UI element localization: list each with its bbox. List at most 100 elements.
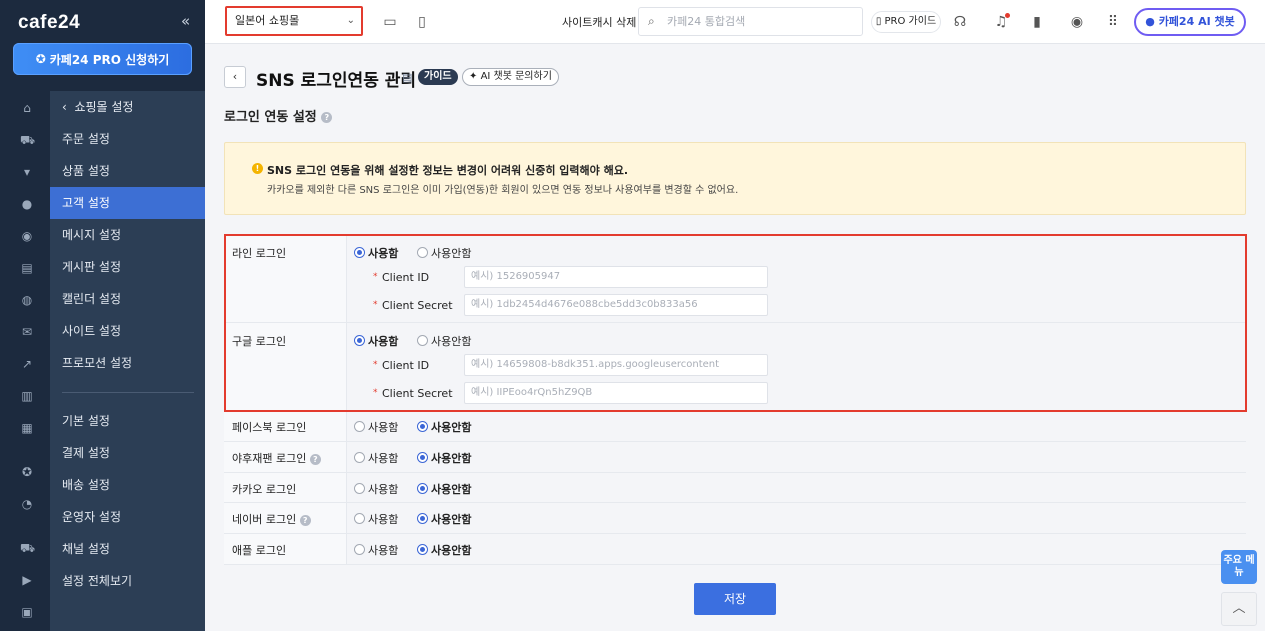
- cache-delete-button[interactable]: 사이트캐시 삭제: [562, 14, 636, 30]
- palette-icon[interactable]: ◍: [20, 293, 34, 307]
- home-icon[interactable]: ⌂: [20, 101, 34, 115]
- sidebar-item-shipping-settings[interactable]: 배송 설정: [50, 469, 205, 501]
- sns-login-table: 라인 로그인 사용함 사용안함 * Client ID 예시) 15269059…: [224, 234, 1246, 565]
- naver-use-radio[interactable]: [354, 513, 365, 524]
- save-button[interactable]: 저장: [694, 583, 776, 615]
- apple-not-use-radio[interactable]: [417, 544, 428, 555]
- ai-inquiry-button[interactable]: ✦ AI 챗봇 문의하기: [462, 68, 559, 86]
- key-menu-button[interactable]: 주요 메뉴: [1221, 550, 1257, 584]
- collapse-sidebar-icon[interactable]: «: [181, 12, 190, 30]
- guide-badge[interactable]: 가이드: [418, 69, 458, 85]
- apps-grid-icon[interactable]: ⠿: [1103, 12, 1123, 32]
- sidebar-item-payment-settings[interactable]: 결제 설정: [50, 437, 205, 469]
- globe-icon[interactable]: ◔: [20, 497, 34, 511]
- google-not-use-label: 사용안함: [431, 335, 472, 348]
- chat-icon[interactable]: ◉: [20, 229, 34, 243]
- line-client-secret-input[interactable]: 예시) 1db2454d4676e088cbe5dd3c0b833a56: [464, 294, 768, 316]
- youtube-icon[interactable]: ▶: [20, 573, 34, 587]
- help-icon[interactable]: ?: [321, 112, 333, 123]
- stats-icon[interactable]: ▥: [20, 389, 34, 403]
- mail-icon[interactable]: ✉: [20, 325, 34, 339]
- line-not-use-radio[interactable]: [417, 247, 428, 258]
- sidebar-item-order-settings[interactable]: 주문 설정: [50, 123, 205, 155]
- sidebar-item-customer-settings[interactable]: 고객 설정: [50, 187, 205, 219]
- back-button[interactable]: ‹: [224, 66, 246, 88]
- sidebar-item-admin-settings[interactable]: 운영자 설정: [50, 501, 205, 533]
- warning-icon: !: [252, 163, 263, 174]
- client-secret-label: Client Secret: [382, 387, 453, 400]
- top-bar: 일본어 쇼핑몰 ⌄ ▭ ▯ 사이트캐시 삭제 ⌕ 카페24 통합검색 ▯ PRO…: [205, 0, 1265, 44]
- row-label: 페이스북 로그인: [224, 411, 347, 441]
- yahoo-use-label: 사용함: [368, 452, 399, 465]
- table-row-kakao: 카카오 로그인 사용함 사용안함: [224, 473, 1246, 503]
- badge-icon[interactable]: ✪: [20, 465, 34, 479]
- sidebar-item-board-settings[interactable]: 게시판 설정: [50, 251, 205, 283]
- headset-icon[interactable]: ☊: [950, 12, 970, 32]
- sidebar-item-channel-settings[interactable]: 채널 설정: [50, 533, 205, 565]
- sidebar-item-calendar-settings[interactable]: 캘린더 설정: [50, 283, 205, 315]
- help-icon[interactable]: ?: [309, 453, 321, 465]
- sidebar-item-message-settings[interactable]: 메시지 설정: [50, 219, 205, 251]
- user-icon[interactable]: ●: [20, 197, 34, 211]
- yahoo-use-radio[interactable]: [354, 452, 365, 463]
- google-client-secret-input[interactable]: 예시) IIPEoo4rQn5hZ9QB: [464, 382, 768, 404]
- sidebar-item-site-settings[interactable]: 사이트 설정: [50, 315, 205, 347]
- kakao-not-use-radio[interactable]: [417, 483, 428, 494]
- row-label: 라인 로그인: [224, 235, 347, 322]
- naver-use-label: 사용함: [368, 513, 399, 526]
- apple-use-radio[interactable]: [354, 544, 365, 555]
- ai-chatbot-button[interactable]: ● 카페24 AI 챗봇: [1134, 8, 1246, 36]
- apple-not-use-label: 사용안함: [431, 544, 472, 557]
- mobile-icon[interactable]: ▯: [412, 12, 432, 32]
- account-icon[interactable]: ◉: [1067, 12, 1087, 32]
- google-use-radio[interactable]: [354, 335, 365, 346]
- google-client-id-input[interactable]: 예시) 14659808-b8dk351.apps.googleusercont…: [464, 354, 768, 376]
- facebook-not-use-radio[interactable]: [417, 421, 428, 432]
- sidebar-item-shop-settings[interactable]: ‹ 쇼핑몰 설정: [50, 91, 205, 123]
- required-mark: *: [373, 360, 378, 370]
- report-icon[interactable]: ▦: [20, 421, 34, 435]
- page-title: SNS 로그인연동 관리: [256, 71, 417, 91]
- bag-icon[interactable]: ▣: [20, 605, 34, 619]
- facebook-use-radio[interactable]: [354, 421, 365, 432]
- sidebar-item-promotion-settings[interactable]: 프로모션 설정: [50, 347, 205, 379]
- bookmark-icon[interactable]: ▮: [1027, 12, 1047, 32]
- help-icon[interactable]: ?: [299, 514, 311, 526]
- sidebar: cafe24 « ✪ 카페24 PRO 신청하기 ⌂ ⛟ ▾ ● ◉ ▤ ◍ ✉…: [0, 0, 205, 631]
- facebook-use-label: 사용함: [368, 421, 399, 434]
- desktop-icon[interactable]: ▭: [380, 12, 400, 32]
- sidebar-item-product-settings[interactable]: 상품 설정: [50, 155, 205, 187]
- shirt-icon[interactable]: ▾: [20, 165, 34, 179]
- line-client-id-input[interactable]: 예시) 1526905947: [464, 266, 768, 288]
- row-label: 구글 로그인: [224, 323, 347, 410]
- required-mark: *: [373, 388, 378, 398]
- yahoo-not-use-label: 사용안함: [431, 452, 472, 465]
- naver-not-use-label: 사용안함: [431, 513, 472, 526]
- naver-not-use-radio[interactable]: [417, 513, 428, 524]
- shop-select[interactable]: 일본어 쇼핑몰 ⌄: [225, 6, 363, 36]
- chart-icon[interactable]: ↗: [20, 357, 34, 371]
- notice-box: ! SNS 로그인 연동을 위해 설정한 정보는 변경이 어려워 신중히 입력해…: [224, 142, 1246, 215]
- board-icon[interactable]: ▤: [20, 261, 34, 275]
- pro-guide-button[interactable]: ▯ PRO 가이드: [871, 11, 941, 33]
- search-placeholder: 카페24 통합검색: [667, 15, 746, 28]
- line-use-radio[interactable]: [354, 247, 365, 258]
- sidebar-header: cafe24 « ✪ 카페24 PRO 신청하기: [0, 0, 205, 91]
- yahoo-not-use-radio[interactable]: [417, 452, 428, 463]
- kakao-use-radio[interactable]: [354, 483, 365, 494]
- notification-dot: [1005, 13, 1010, 18]
- cafe24-logo[interactable]: cafe24: [18, 12, 80, 34]
- search-input[interactable]: ⌕ 카페24 통합검색: [638, 7, 863, 36]
- sidebar-item-basic-settings[interactable]: 기본 설정: [50, 405, 205, 437]
- book-icon[interactable]: ▤: [402, 71, 412, 84]
- google-not-use-radio[interactable]: [417, 335, 428, 346]
- pro-apply-button[interactable]: ✪ 카페24 PRO 신청하기: [13, 43, 192, 75]
- scroll-top-button[interactable]: ︿: [1221, 592, 1257, 626]
- kakao-use-label: 사용함: [368, 483, 399, 496]
- truck-icon[interactable]: ⛟: [20, 541, 35, 555]
- facebook-not-use-label: 사용안함: [431, 421, 472, 434]
- required-mark: *: [373, 272, 378, 282]
- notice-line-1: SNS 로그인 연동을 위해 설정한 정보는 변경이 어려워 신중히 입력해야 …: [267, 164, 629, 177]
- sidebar-item-all-settings[interactable]: 설정 전체보기: [50, 565, 205, 597]
- cart-icon[interactable]: ⛟: [20, 133, 35, 147]
